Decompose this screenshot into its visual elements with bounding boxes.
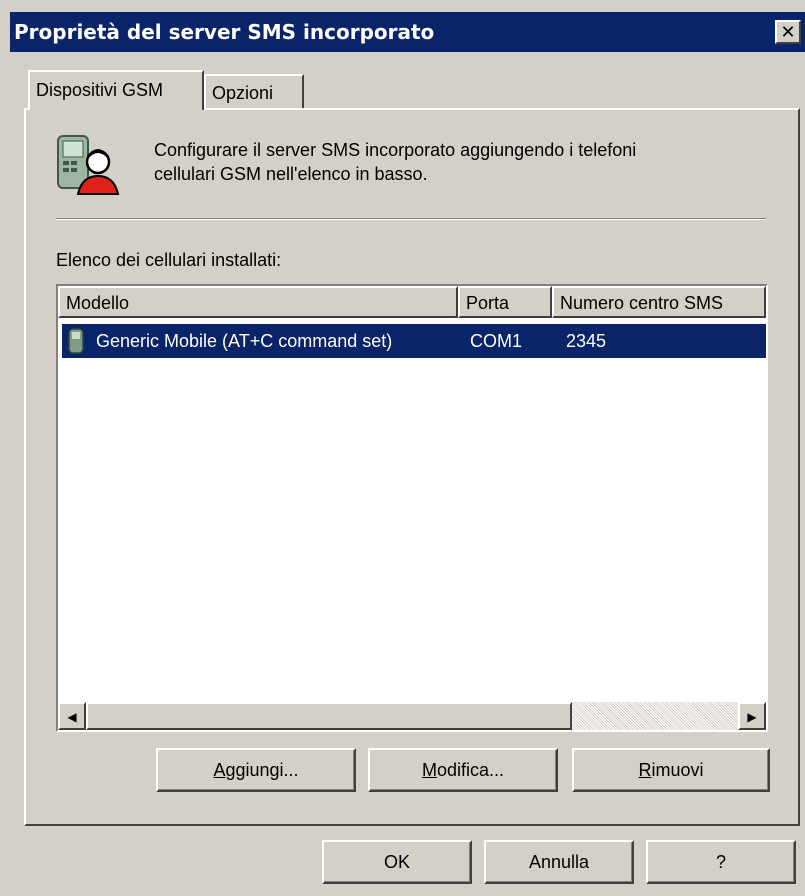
properties-dialog: Proprietà del server SMS incorporato ✕ D… bbox=[0, 0, 805, 896]
arrow-left-icon: ◀ bbox=[67, 710, 77, 724]
remove-button[interactable]: Rimuovi bbox=[572, 748, 770, 792]
mobile-phone-icon bbox=[68, 328, 84, 354]
scroll-thumb[interactable] bbox=[86, 702, 572, 730]
help-button[interactable]: ? bbox=[646, 840, 796, 884]
table-row[interactable]: Generic Mobile (AT+C command set) COM1 2… bbox=[62, 324, 766, 358]
list-label: Elenco dei cellulari installati: bbox=[56, 250, 282, 270]
scroll-right-button[interactable]: ▶ bbox=[738, 702, 766, 730]
ok-button[interactable]: OK bbox=[322, 840, 472, 884]
separator bbox=[56, 218, 766, 220]
title-bar[interactable]: Proprietà del server SMS incorporato ✕ bbox=[10, 12, 805, 52]
tab-dispositivi-gsm[interactable]: Dispositivi GSM bbox=[28, 70, 204, 110]
description-text: Configurare il server SMS incorporato ag… bbox=[154, 140, 637, 184]
horizontal-scrollbar[interactable]: ◀ ▶ bbox=[58, 702, 766, 730]
close-icon: ✕ bbox=[780, 22, 796, 43]
cell-sms-center: 2345 bbox=[566, 331, 607, 351]
cell-port: COM1 bbox=[470, 331, 523, 351]
add-button[interactable]: Aggiungi... bbox=[156, 748, 356, 792]
arrow-right-icon: ▶ bbox=[747, 710, 757, 724]
device-list[interactable]: Modello Porta Numero centro SMS Generic … bbox=[56, 284, 768, 732]
close-button[interactable]: ✕ bbox=[775, 20, 801, 44]
column-header-numero-centro-sms[interactable]: Numero centro SMS bbox=[552, 286, 766, 318]
cancel-button[interactable]: Annulla bbox=[484, 840, 634, 884]
scroll-track[interactable] bbox=[572, 702, 738, 730]
scroll-left-button[interactable]: ◀ bbox=[58, 702, 86, 730]
column-header-modello[interactable]: Modello bbox=[58, 286, 458, 318]
window-title: Proprietà del server SMS incorporato bbox=[14, 20, 435, 44]
column-header-porta[interactable]: Porta bbox=[458, 286, 552, 318]
edit-button[interactable]: Modifica... bbox=[368, 748, 558, 792]
cell-model: Generic Mobile (AT+C command set) bbox=[96, 331, 393, 351]
mobile-user-icon bbox=[57, 135, 120, 195]
tab-opzioni[interactable]: Opzioni bbox=[204, 74, 304, 110]
